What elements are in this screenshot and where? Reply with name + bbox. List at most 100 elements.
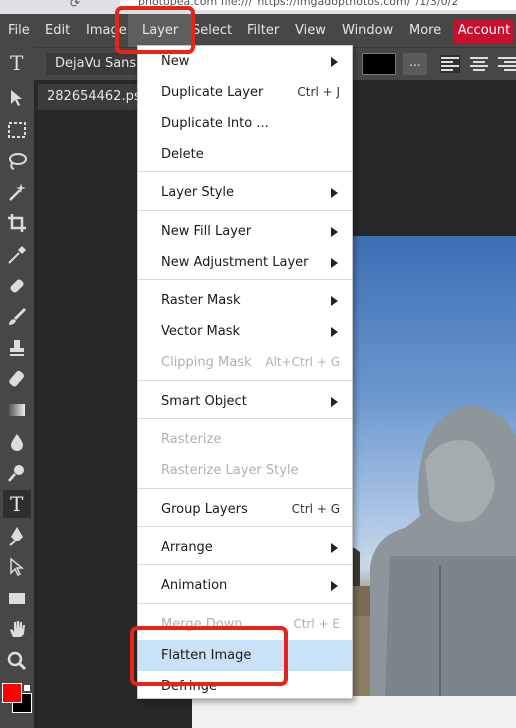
- menu-item-label: Rasterize: [161, 432, 222, 447]
- pen-tool-icon[interactable]: [3, 522, 31, 550]
- menu-item-shortcut: Ctrl + E: [293, 617, 340, 631]
- menu-item-delete[interactable]: Delete: [138, 139, 352, 170]
- submenu-arrow-icon: [331, 581, 338, 591]
- menu-item-raster-mask[interactable]: Raster Mask: [138, 285, 352, 316]
- default-colors-icon[interactable]: [24, 685, 30, 691]
- menu-item-arrange[interactable]: Arrange: [138, 532, 352, 563]
- menu-item-label: Smart Object: [161, 394, 247, 409]
- eyedropper-tool-icon[interactable]: [3, 241, 31, 269]
- shape-tool-icon[interactable]: [3, 584, 31, 612]
- browser-address-strip: ⟳ photopea.com file:///"https://imgadopt…: [0, 0, 516, 14]
- menu-item-duplicate-into[interactable]: Duplicate Into ...: [138, 108, 352, 139]
- menu-item-duplicate-layer[interactable]: Duplicate Layer Ctrl + J: [138, 77, 352, 108]
- reload-icon[interactable]: ⟳: [70, 0, 80, 10]
- menu-separator: [138, 488, 352, 489]
- more-options-button[interactable]: ...: [403, 53, 427, 75]
- menu-item-rasterize: Rasterize: [138, 424, 352, 455]
- menu-item-label: Arrange: [161, 540, 213, 555]
- move-tool-icon[interactable]: [3, 84, 31, 112]
- submenu-arrow-icon: [331, 543, 338, 553]
- menu-select[interactable]: Select: [192, 14, 232, 47]
- menu-more[interactable]: More: [409, 14, 441, 47]
- menu-item-layer-style[interactable]: Layer Style: [138, 177, 352, 208]
- color-swatches[interactable]: [2, 683, 32, 713]
- menu-separator: [138, 380, 352, 381]
- menu-separator: [138, 603, 352, 604]
- menu-separator: [138, 171, 352, 172]
- account-button[interactable]: Account: [454, 19, 514, 43]
- annotation-box-layer-menu: [115, 6, 195, 54]
- align-left-icon[interactable]: [440, 55, 460, 73]
- svg-text:T: T: [10, 493, 24, 515]
- healing-brush-tool-icon[interactable]: [3, 272, 31, 300]
- menu-item-label: Delete: [161, 147, 204, 162]
- menu-separator: [138, 210, 352, 211]
- menu-edit[interactable]: Edit: [45, 14, 70, 47]
- menu-item-vector-mask[interactable]: Vector Mask: [138, 316, 352, 347]
- menu-item-shortcut: Alt+Ctrl + G: [265, 355, 340, 369]
- menu-item-label: Rasterize Layer Style: [161, 463, 299, 478]
- clone-stamp-tool-icon[interactable]: [3, 334, 31, 362]
- submenu-arrow-icon: [331, 327, 338, 337]
- menu-item-new-adjustment-layer[interactable]: New Adjustment Layer: [138, 247, 352, 278]
- foreground-color-swatch[interactable]: [2, 683, 22, 703]
- document-tab[interactable]: 282654462.psd: [38, 84, 148, 110]
- tools-panel: T T: [0, 47, 34, 728]
- menu-filter[interactable]: Filter: [247, 14, 279, 47]
- lasso-tool-icon[interactable]: [3, 147, 31, 175]
- layer-menu-dropdown: New Duplicate Layer Ctrl + J Duplicate I…: [137, 45, 353, 699]
- menu-item-label: Raster Mask: [161, 293, 241, 308]
- menu-item-group-layers[interactable]: Group Layers Ctrl + G: [138, 494, 352, 525]
- menu-item-label: New Fill Layer: [161, 224, 252, 239]
- menu-item-label: Duplicate Into ...: [161, 116, 269, 131]
- menu-item-shortcut: Ctrl + J: [297, 85, 340, 99]
- brush-tool-icon[interactable]: [3, 303, 31, 331]
- menu-view[interactable]: View: [295, 14, 326, 47]
- menu-item-shortcut: Ctrl + G: [291, 502, 340, 516]
- dodge-tool-icon[interactable]: [3, 459, 31, 487]
- submenu-arrow-icon: [331, 397, 338, 407]
- type-tool-icon[interactable]: T: [3, 490, 31, 518]
- submenu-arrow-icon: [331, 188, 338, 198]
- menu-item-clipping-mask: Clipping Mask Alt+Ctrl + G: [138, 347, 352, 378]
- blur-tool-icon[interactable]: [3, 428, 31, 456]
- submenu-arrow-icon: [331, 227, 338, 237]
- menu-item-rasterize-layer-style: Rasterize Layer Style: [138, 455, 352, 486]
- menu-item-label: Group Layers: [161, 502, 248, 517]
- submenu-arrow-icon: [331, 57, 338, 67]
- hand-tool-icon[interactable]: [3, 615, 31, 643]
- submenu-arrow-icon: [331, 296, 338, 306]
- magic-wand-tool-icon[interactable]: [3, 178, 31, 206]
- menu-window[interactable]: Window: [342, 14, 393, 47]
- menu-item-label: Vector Mask: [161, 324, 241, 339]
- eraser-tool-icon[interactable]: [3, 365, 31, 393]
- menu-bar: File Edit Image Layer Select Filter View…: [0, 14, 516, 47]
- marquee-tool-icon[interactable]: [3, 116, 31, 144]
- menu-separator: [138, 564, 352, 565]
- menu-item-animation[interactable]: Animation: [138, 570, 352, 601]
- menu-item-label: Animation: [161, 578, 228, 593]
- gradient-tool-icon[interactable]: [3, 396, 31, 424]
- menu-item-new-fill-layer[interactable]: New Fill Layer: [138, 216, 352, 247]
- menu-item-label: Layer Style: [161, 185, 235, 200]
- font-family-select[interactable]: DejaVu Sans: [46, 53, 146, 75]
- annotation-box-flatten-image: [130, 626, 288, 686]
- menu-separator: [138, 526, 352, 527]
- type-tool-options-icon[interactable]: T: [3, 49, 31, 77]
- menu-file[interactable]: File: [8, 14, 30, 47]
- menu-item-label: Duplicate Layer: [161, 85, 264, 100]
- menu-separator: [138, 418, 352, 419]
- photopea-app: ⟳ photopea.com file:///"https://imgadopt…: [0, 0, 516, 728]
- menu-item-smart-object[interactable]: Smart Object: [138, 386, 352, 417]
- crop-tool-icon[interactable]: [3, 209, 31, 237]
- svg-text:T: T: [10, 52, 24, 74]
- text-color-swatch[interactable]: [362, 53, 396, 75]
- align-center-icon[interactable]: [469, 55, 489, 73]
- path-selection-tool-icon[interactable]: [3, 553, 31, 581]
- zoom-tool-icon[interactable]: [3, 647, 31, 675]
- menu-item-label: Clipping Mask: [161, 355, 252, 370]
- align-right-icon[interactable]: [497, 55, 516, 73]
- submenu-arrow-icon: [331, 258, 338, 268]
- menu-item-label: New Adjustment Layer: [161, 255, 309, 270]
- menu-separator: [138, 279, 352, 280]
